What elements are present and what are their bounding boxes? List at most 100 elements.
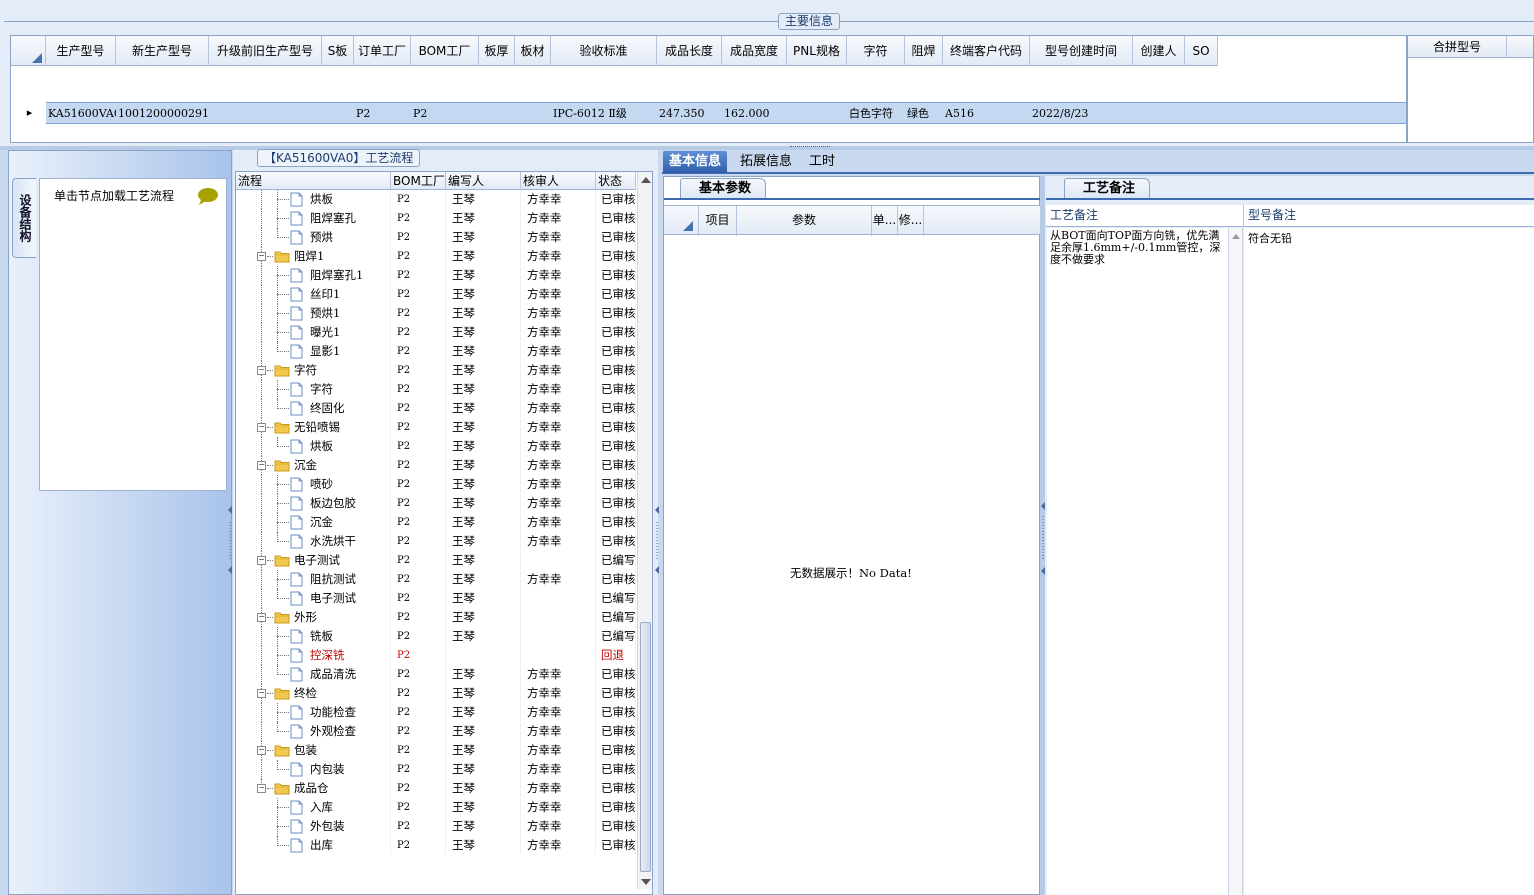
table-row[interactable]: 控深铣 P2 回退 — [236, 646, 636, 665]
table-cell[interactable]: IPC-6012 Ⅱ级 — [551, 102, 657, 124]
table-row[interactable]: − 终检 P2 王琴 方幸幸 已审核 — [236, 684, 636, 703]
tab-work-hours[interactable]: 工时 — [803, 151, 841, 173]
table-row[interactable]: 阻焊塞孔1 P2 王琴 方幸幸 已审核 — [236, 266, 636, 285]
table-row[interactable]: 丝印1 P2 王琴 方幸幸 已审核 — [236, 285, 636, 304]
table-row[interactable]: − 外形 P2 王琴 已编写 — [236, 608, 636, 627]
merge-model-column[interactable]: 合拼型号 — [1408, 36, 1507, 57]
table-cell[interactable] — [1185, 102, 1218, 124]
grid-corner-icon[interactable] — [11, 36, 46, 66]
flow-node[interactable]: 入库 — [236, 798, 391, 817]
model-remark-column[interactable]: 型号备注 — [1244, 205, 1534, 227]
column-header[interactable]: PNL规格 — [787, 36, 847, 66]
flow-node[interactable]: 内包装 — [236, 760, 391, 779]
table-row[interactable]: − 沉金 P2 王琴 方幸幸 已审核 — [236, 456, 636, 475]
collapse-toggle-icon[interactable]: − — [257, 423, 266, 432]
table-cell[interactable]: 绿色 — [905, 102, 943, 124]
collapse-toggle-icon[interactable]: − — [257, 784, 266, 793]
collapse-toggle-icon[interactable]: − — [257, 366, 266, 375]
scroll-down-icon[interactable] — [641, 879, 651, 885]
column-header[interactable]: 板材 — [515, 36, 551, 66]
flow-node[interactable]: 预烘1 — [236, 304, 391, 323]
column-header[interactable]: SO — [1185, 36, 1218, 66]
table-cell[interactable] — [209, 102, 322, 124]
process-remark-scrollbar[interactable] — [1229, 228, 1243, 895]
table-cell[interactable]: 白色字符 — [847, 102, 905, 124]
scroll-up-icon[interactable] — [1232, 234, 1240, 239]
flow-node[interactable]: 控深铣 — [236, 646, 391, 665]
collapse-toggle-icon[interactable]: − — [257, 689, 266, 698]
table-row[interactable]: 外包装 P2 王琴 方幸幸 已审核 — [236, 817, 636, 836]
table-row[interactable]: 预烘 P2 王琴 方幸幸 已审核 — [236, 228, 636, 247]
column-header[interactable]: 验收标准 — [551, 36, 657, 66]
column-header[interactable]: 订单工厂 — [354, 36, 411, 66]
flow-node[interactable]: 烘板 — [236, 190, 391, 209]
table-cell[interactable]: 2022/8/23 — [1030, 102, 1133, 124]
table-row[interactable]: − 无铅喷锡 P2 王琴 方幸幸 已审核 — [236, 418, 636, 437]
table-row[interactable]: 烘板 P2 王琴 方幸幸 已审核 — [236, 437, 636, 456]
table-cell[interactable] — [787, 102, 847, 124]
flow-column-header[interactable]: BOM工厂 — [391, 172, 446, 190]
params-column-header[interactable]: 单... — [872, 206, 898, 236]
flow-node[interactable]: 喷砂 — [236, 475, 391, 494]
table-row[interactable]: − 阻焊1 P2 王琴 方幸幸 已审核 — [236, 247, 636, 266]
flow-node[interactable]: 烘板 — [236, 437, 391, 456]
flow-node[interactable]: 功能检查 — [236, 703, 391, 722]
middle-splitter-handle[interactable] — [655, 490, 659, 580]
flow-node[interactable]: − 字符 — [236, 361, 391, 380]
flow-node[interactable]: − 阻焊1 — [236, 247, 391, 266]
flow-node[interactable]: 沉金 — [236, 513, 391, 532]
flow-node[interactable]: 铣板 — [236, 627, 391, 646]
flow-column-header[interactable]: 核审人 — [521, 172, 596, 190]
grid-corner-icon[interactable] — [664, 206, 699, 236]
flow-node[interactable]: − 外形 — [236, 608, 391, 627]
collapse-toggle-icon[interactable]: − — [257, 556, 266, 565]
flow-node[interactable]: 字符 — [236, 380, 391, 399]
table-cell[interactable] — [322, 102, 354, 124]
column-header[interactable]: 成品宽度 — [722, 36, 787, 66]
table-cell[interactable]: 247.350 — [657, 102, 722, 124]
flow-node[interactable]: 水洗烘干 — [236, 532, 391, 551]
column-header[interactable]: 新生产型号 — [116, 36, 209, 66]
flow-scrollbar[interactable] — [637, 172, 652, 889]
flow-node[interactable]: − 沉金 — [236, 456, 391, 475]
table-row[interactable]: 曝光1 P2 王琴 方幸幸 已审核 — [236, 323, 636, 342]
column-header[interactable]: S板 — [322, 36, 354, 66]
flow-node[interactable]: 外观检查 — [236, 722, 391, 741]
flow-column-header[interactable]: 状态 — [596, 172, 636, 190]
params-column-header[interactable]: 参数 — [737, 206, 872, 236]
process-remark-column[interactable]: 工艺备注 — [1046, 205, 1244, 227]
table-row[interactable]: 成品清洗 P2 王琴 方幸幸 已审核 — [236, 665, 636, 684]
left-splitter-handle[interactable] — [228, 490, 232, 580]
table-row[interactable]: − 电子测试 P2 王琴 已编写 — [236, 551, 636, 570]
table-row[interactable]: 沉金 P2 王琴 方幸幸 已审核 — [236, 513, 636, 532]
table-cell[interactable]: 162.000 — [722, 102, 787, 124]
column-header[interactable]: 成品长度 — [657, 36, 722, 66]
table-row[interactable]: 出库 P2 王琴 方幸幸 已审核 — [236, 836, 636, 855]
tab-basic-info[interactable]: 基本信息 — [663, 151, 728, 173]
table-row[interactable]: 入库 P2 王琴 方幸幸 已审核 — [236, 798, 636, 817]
column-header[interactable]: 终端客户代码 — [943, 36, 1030, 66]
flow-node[interactable]: 阻抗测试 — [236, 570, 391, 589]
collapse-toggle-icon[interactable]: − — [257, 746, 266, 755]
table-row[interactable]: 显影1 P2 王琴 方幸幸 已审核 — [236, 342, 636, 361]
table-cell[interactable]: P2 — [411, 102, 479, 124]
flow-node[interactable]: 阻焊塞孔1 — [236, 266, 391, 285]
model-remark-text[interactable]: 符合无铅 — [1244, 228, 1534, 895]
flow-node[interactable]: 曝光1 — [236, 323, 391, 342]
params-column-header[interactable]: 项目 — [699, 206, 737, 236]
flow-node[interactable]: − 包装 — [236, 741, 391, 760]
equipment-structure-tab[interactable]: 设备结构 — [12, 178, 36, 258]
flow-column-header[interactable]: 编写人 — [446, 172, 521, 190]
left-nav-content[interactable]: 单击节点加载工艺流程 — [39, 178, 227, 491]
column-header[interactable]: 字符 — [847, 36, 905, 66]
process-remark-text[interactable]: 从BOT面向TOP面方向铣，优先满足余厚1.6mm+/-0.1mm管控，深度不做… — [1047, 228, 1229, 895]
table-row[interactable]: ▸ KA51600VA0 10012000002913 P2 P2 IPC-6012 Ⅱ… — [11, 102, 1406, 124]
table-row[interactable]: 阻抗测试 P2 王琴 方幸幸 已审核 — [236, 570, 636, 589]
flow-node[interactable]: − 电子测试 — [236, 551, 391, 570]
scroll-thumb[interactable] — [640, 622, 651, 872]
collapse-toggle-icon[interactable]: − — [257, 252, 266, 261]
table-row[interactable]: − 字符 P2 王琴 方幸幸 已审核 — [236, 361, 636, 380]
table-row[interactable]: 烘板 P2 王琴 方幸幸 已审核 — [236, 190, 636, 209]
table-cell[interactable] — [515, 102, 551, 124]
collapse-toggle-icon[interactable]: − — [257, 461, 266, 470]
